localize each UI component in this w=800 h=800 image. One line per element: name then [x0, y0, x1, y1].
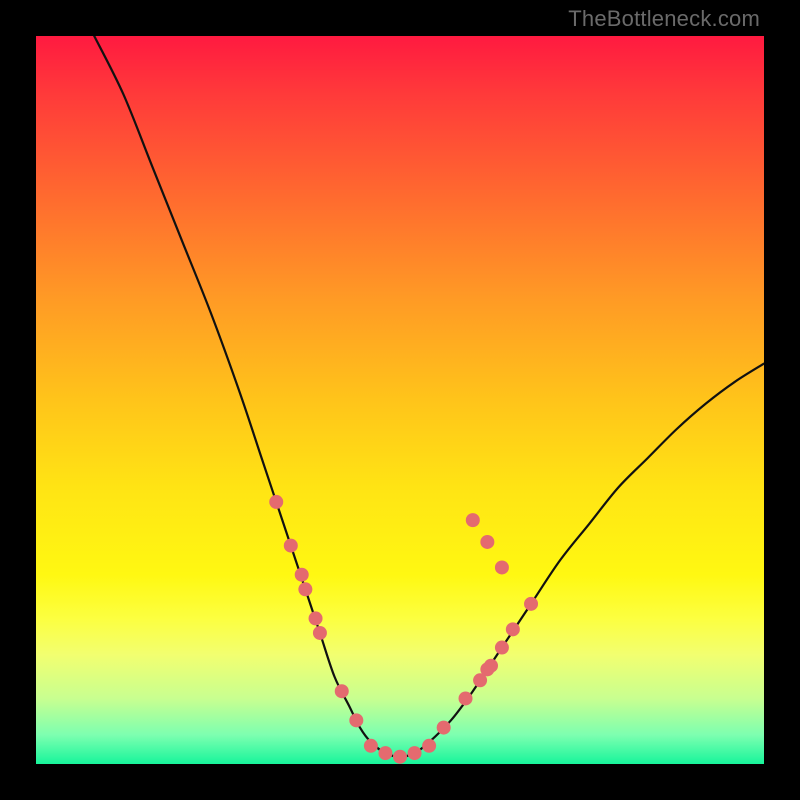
- bottleneck-curve: [94, 36, 764, 757]
- chart-svg: [36, 36, 764, 764]
- curve-marker: [284, 539, 298, 553]
- curve-marker: [459, 691, 473, 705]
- curve-marker: [349, 713, 363, 727]
- curve-marker: [313, 626, 327, 640]
- curve-marker: [524, 597, 538, 611]
- plot-area: [36, 36, 764, 764]
- curve-marker: [295, 568, 309, 582]
- curve-marker: [393, 750, 407, 764]
- curve-marker: [335, 684, 349, 698]
- curve-marker: [484, 659, 498, 673]
- curve-marker: [495, 560, 509, 574]
- curve-marker: [506, 622, 520, 636]
- curve-marker: [309, 611, 323, 625]
- curve-markers: [269, 495, 538, 764]
- curve-marker: [298, 582, 312, 596]
- curve-marker: [480, 535, 494, 549]
- curve-marker: [364, 739, 378, 753]
- curve-marker: [269, 495, 283, 509]
- curve-marker: [422, 739, 436, 753]
- curve-marker: [378, 746, 392, 760]
- curve-marker: [495, 641, 509, 655]
- chart-frame: TheBottleneck.com: [0, 0, 800, 800]
- curve-marker: [408, 746, 422, 760]
- curve-marker: [437, 721, 451, 735]
- curve-marker: [466, 513, 480, 527]
- watermark-text: TheBottleneck.com: [568, 6, 760, 32]
